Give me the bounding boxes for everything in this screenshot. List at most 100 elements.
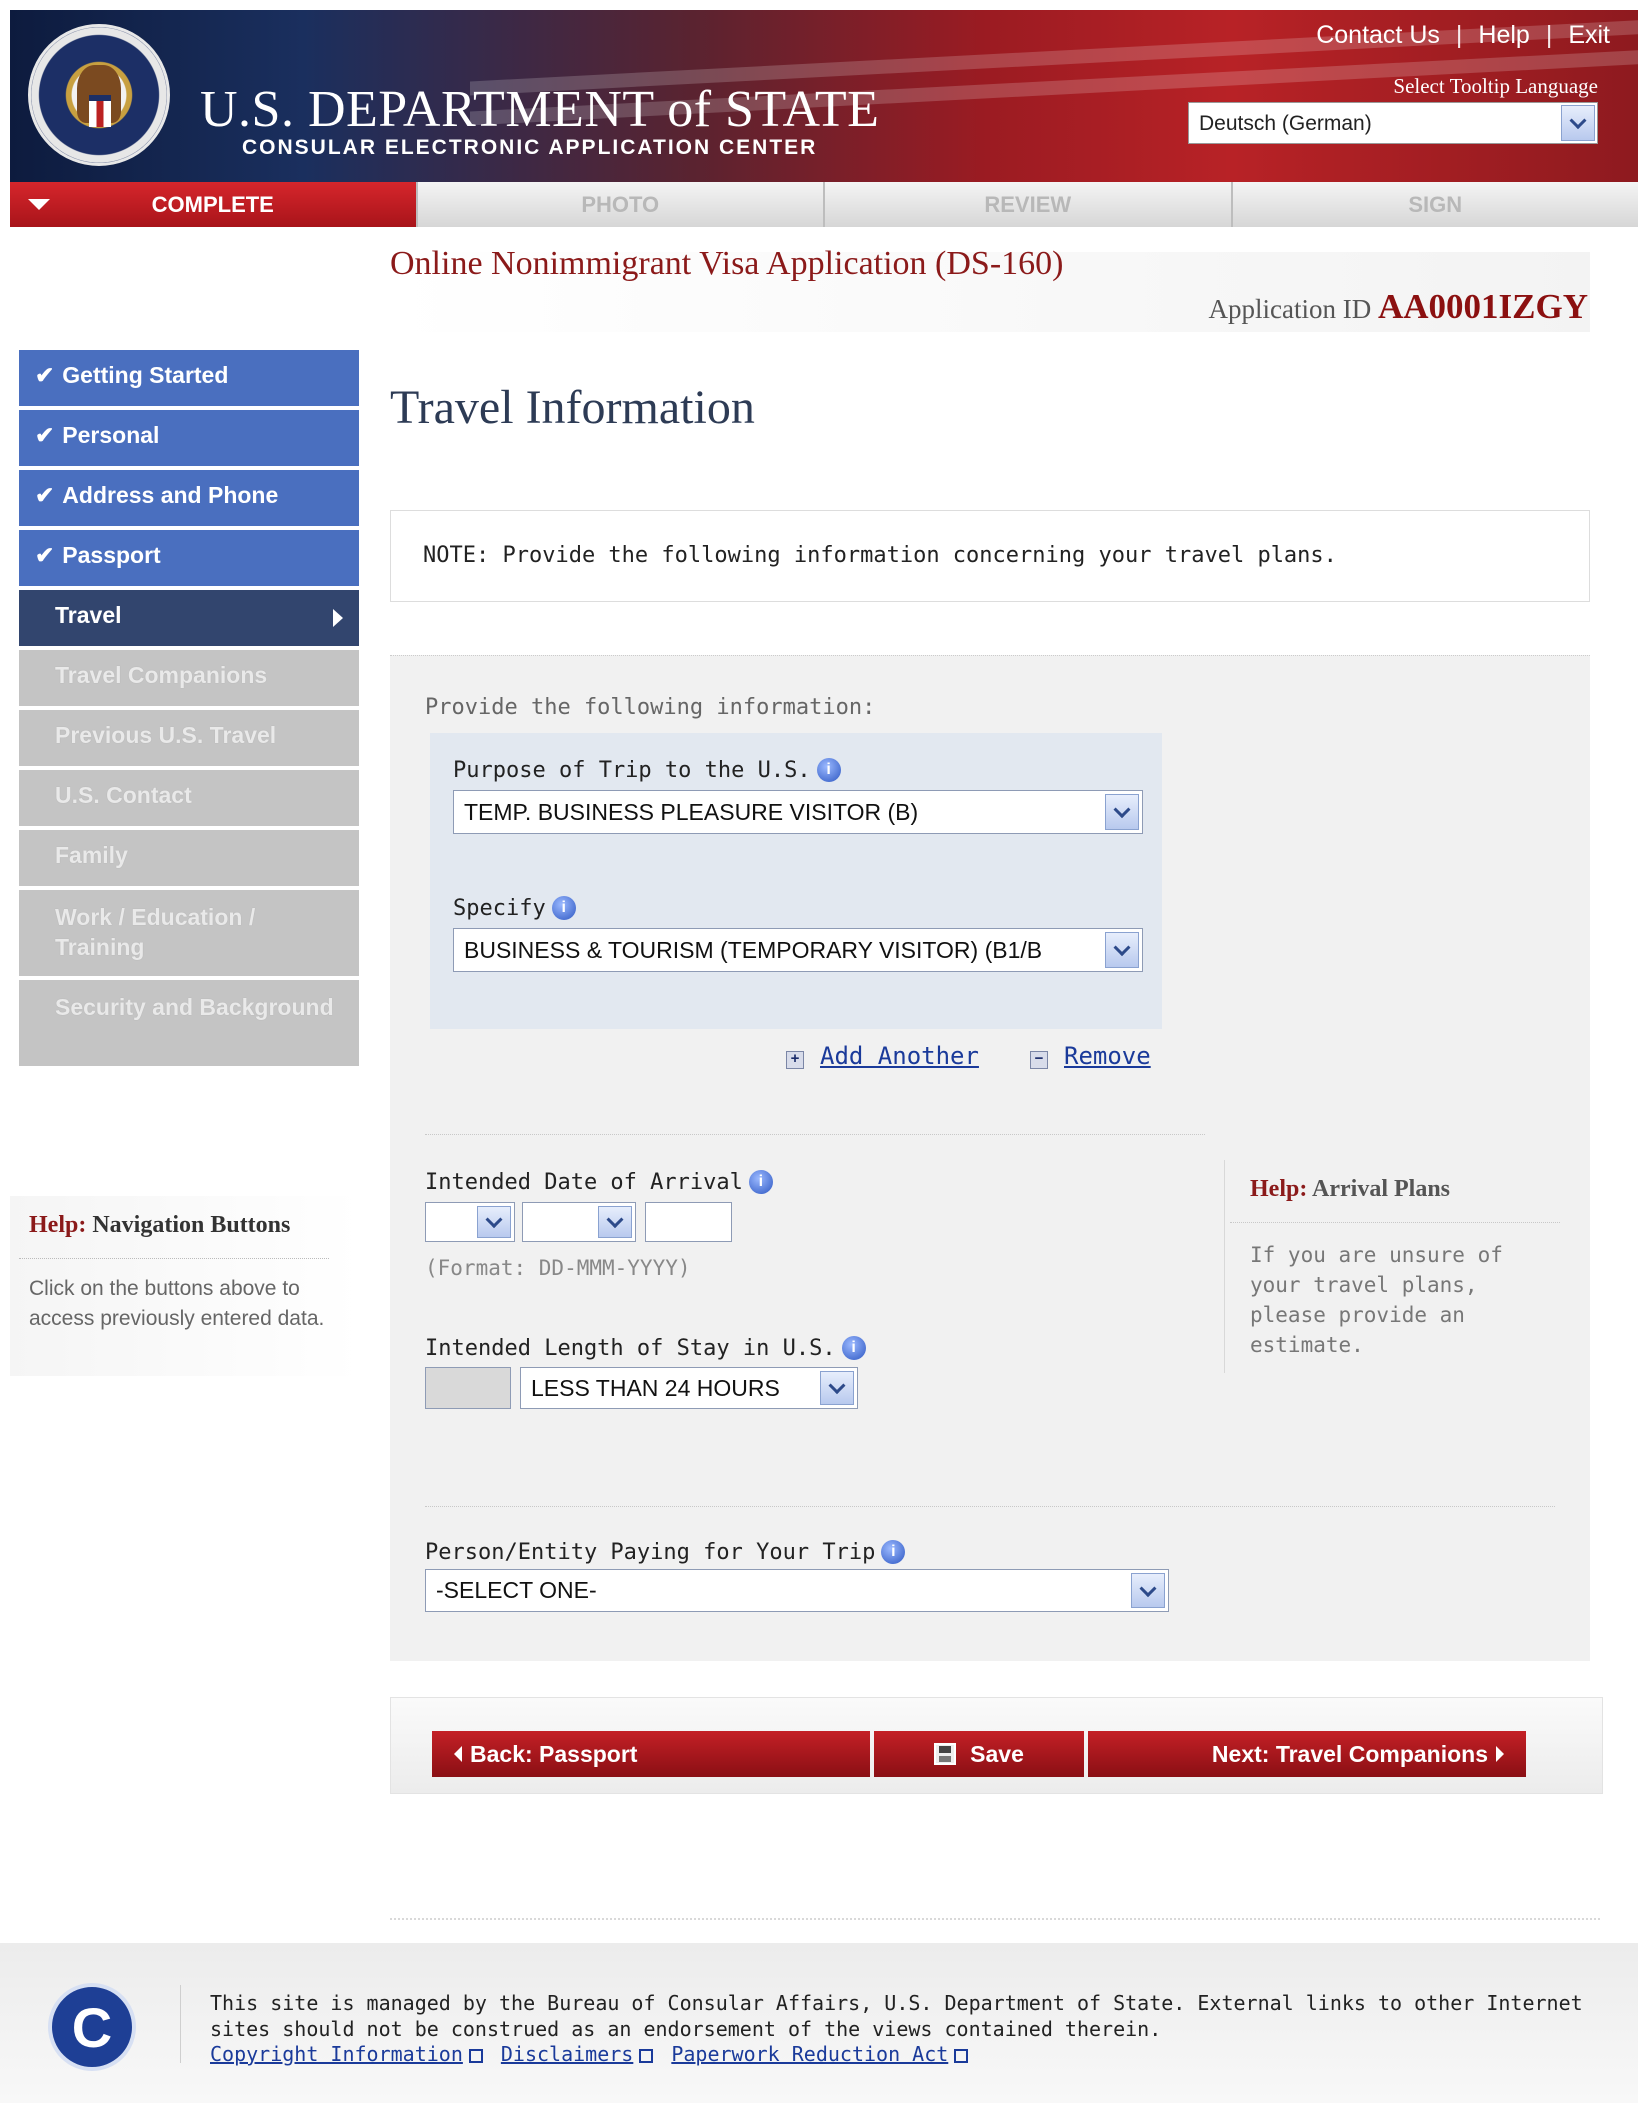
copyright-link[interactable]: Copyright Information bbox=[210, 2042, 483, 2066]
disclaimers-link[interactable]: Disclaimers bbox=[500, 2042, 654, 2066]
consular-affairs-logo: C bbox=[48, 1983, 136, 2071]
sidebar-item-travel-companions: Travel Companions bbox=[19, 650, 359, 706]
sidebar-item-label: U.S. Contact bbox=[55, 782, 192, 808]
sidebar-item-label: Address and Phone bbox=[62, 482, 279, 508]
arrival-label-text: Intended Date of Arrival bbox=[425, 1170, 743, 1195]
sidebar-item-us-contact: U.S. Contact bbox=[19, 770, 359, 826]
department-title: U.S. DEPARTMENT of STATE bbox=[200, 81, 880, 138]
add-another-label: Add Another bbox=[820, 1042, 979, 1070]
sidebar-nav: ✔ Getting Started ✔ Personal ✔ Address and … bbox=[19, 350, 359, 1070]
check-icon: ✔ bbox=[35, 542, 55, 568]
purpose-label: Purpose of Trip to the U.S. i bbox=[453, 758, 841, 783]
add-another-link[interactable]: + Add Another bbox=[786, 1042, 979, 1070]
sidebar-item-passport[interactable]: ✔ Passport bbox=[19, 530, 359, 586]
chevron-down-icon[interactable] bbox=[598, 1206, 632, 1238]
chevron-down-icon[interactable] bbox=[820, 1371, 854, 1405]
chevron-down-icon[interactable] bbox=[1131, 1573, 1165, 1608]
sidebar-item-label: Passport bbox=[62, 542, 161, 568]
sidebar-item-security-and-background: Security and Background bbox=[19, 980, 359, 1066]
triangle-right-icon bbox=[333, 609, 343, 627]
save-button-label: Save bbox=[970, 1740, 1024, 1767]
info-icon[interactable]: i bbox=[816, 758, 841, 782]
top-links: Contact Us | Help | Exit bbox=[1316, 20, 1610, 50]
tooltip-language-label: Select Tooltip Language bbox=[1393, 74, 1598, 98]
info-icon[interactable]: i bbox=[551, 896, 576, 920]
remove-label: Remove bbox=[1064, 1042, 1151, 1070]
sidebar-item-label: Family bbox=[55, 842, 128, 868]
external-link-icon bbox=[639, 2048, 654, 2063]
next-button-label: Next: Travel Companions bbox=[1211, 1740, 1488, 1767]
specify-label-text: Specify bbox=[453, 896, 546, 921]
remove-link[interactable]: − Remove bbox=[1030, 1042, 1151, 1070]
check-icon: ✔ bbox=[35, 362, 55, 388]
department-seal-logo bbox=[28, 24, 170, 166]
help-title: Arrival Plans bbox=[1312, 1176, 1451, 1202]
tooltip-language-select[interactable]: Deutsch (German) bbox=[1188, 102, 1598, 144]
info-icon[interactable]: i bbox=[748, 1170, 773, 1194]
payer-label-text: Person/Entity Paying for Your Trip bbox=[425, 1540, 876, 1565]
specify-select[interactable]: BUSINESS & TOURISM (TEMPORARY VISITOR) (… bbox=[453, 928, 1143, 972]
external-link-icon bbox=[468, 2048, 483, 2063]
contact-us-link[interactable]: Contact Us bbox=[1316, 21, 1440, 50]
sidebar-item-personal[interactable]: ✔ Personal bbox=[19, 410, 359, 466]
step-complete[interactable]: COMPLETE bbox=[10, 182, 416, 227]
info-icon[interactable]: i bbox=[841, 1336, 866, 1360]
triangle-right-icon bbox=[1496, 1746, 1504, 1762]
help-prefix: Help: bbox=[29, 1212, 87, 1238]
chevron-down-icon[interactable] bbox=[1561, 105, 1595, 141]
chevron-down-icon[interactable] bbox=[477, 1206, 511, 1238]
copyright-link-label: Copyright Information bbox=[210, 2042, 463, 2066]
external-link-icon bbox=[954, 2048, 969, 2063]
date-format-hint: (Format: DD-MMM-YYYY) bbox=[425, 1256, 691, 1280]
save-button[interactable]: Save bbox=[874, 1731, 1084, 1777]
application-id: Application ID AA0001IZGY bbox=[1209, 287, 1589, 327]
specify-select-value: BUSINESS & TOURISM (TEMPORARY VISITOR) (… bbox=[464, 937, 1043, 963]
shield-icon bbox=[89, 95, 111, 127]
paperwork-reduction-link-label: Paperwork Reduction Act bbox=[671, 2042, 949, 2066]
sidebar-item-label: Travel bbox=[55, 602, 122, 628]
purpose-select[interactable]: TEMP. BUSINESS PLEASURE VISITOR (B) bbox=[453, 790, 1143, 834]
specify-label: Specify i bbox=[453, 896, 576, 921]
purpose-select-value: TEMP. BUSINESS PLEASURE VISITOR (B) bbox=[464, 799, 919, 825]
back-button[interactable]: Back: Passport bbox=[432, 1731, 870, 1777]
step-label: SIGN bbox=[1408, 191, 1463, 217]
disclaimers-link-label: Disclaimers bbox=[500, 2042, 634, 2066]
payer-select[interactable]: -SELECT ONE- bbox=[425, 1569, 1169, 1612]
save-disk-icon bbox=[934, 1743, 957, 1765]
step-label: REVIEW bbox=[984, 191, 1072, 217]
logo-letter: C bbox=[71, 1996, 113, 2059]
sidebar-item-label: Work / Education / Training bbox=[55, 904, 256, 960]
plus-icon: + bbox=[786, 1050, 804, 1069]
help-navigation-body: Click on the buttons above to access pre… bbox=[29, 1277, 325, 1330]
sidebar-item-travel[interactable]: Travel bbox=[19, 590, 359, 646]
step-sign[interactable]: SIGN bbox=[1230, 182, 1638, 227]
exit-link[interactable]: Exit bbox=[1568, 21, 1610, 50]
next-button[interactable]: Next: Travel Companions bbox=[1088, 1731, 1526, 1777]
step-review[interactable]: REVIEW bbox=[823, 182, 1231, 227]
stay-number-input[interactable] bbox=[425, 1367, 511, 1409]
step-label: PHOTO bbox=[581, 191, 660, 217]
sidebar-item-previous-us-travel: Previous U.S. Travel bbox=[19, 710, 359, 766]
chevron-down-icon[interactable] bbox=[1105, 932, 1139, 968]
sidebar-item-label: Getting Started bbox=[62, 362, 229, 388]
help-arrival-body: If you are unsure of your travel plans, … bbox=[1250, 1243, 1503, 1357]
link-separator: | bbox=[1455, 20, 1463, 49]
application-id-value: AA0001IZGY bbox=[1377, 287, 1588, 326]
stay-unit-select[interactable]: LESS THAN 24 HOURS bbox=[520, 1367, 858, 1409]
purpose-label-text: Purpose of Trip to the U.S. bbox=[453, 758, 811, 783]
arrival-year-input[interactable] bbox=[645, 1202, 732, 1242]
paperwork-reduction-link[interactable]: Paperwork Reduction Act bbox=[671, 2042, 969, 2066]
arrival-day-select[interactable] bbox=[425, 1202, 515, 1242]
arrival-month-select[interactable] bbox=[522, 1202, 636, 1242]
sidebar-item-address-and-phone[interactable]: ✔ Address and Phone bbox=[19, 470, 359, 526]
help-arrival-title: Help: Arrival Plans bbox=[1250, 1176, 1450, 1203]
step-photo[interactable]: PHOTO bbox=[415, 182, 823, 227]
help-link[interactable]: Help bbox=[1478, 21, 1529, 50]
sidebar-item-getting-started[interactable]: ✔ Getting Started bbox=[19, 350, 359, 406]
chevron-down-icon[interactable] bbox=[1105, 794, 1139, 830]
divider bbox=[425, 1506, 1555, 1507]
footer-links: Copyright Information Disclaimers Paperw… bbox=[210, 2042, 969, 2066]
sidebar-item-label: Travel Companions bbox=[55, 662, 268, 688]
divider bbox=[1224, 1160, 1225, 1373]
info-icon[interactable]: i bbox=[881, 1540, 906, 1564]
